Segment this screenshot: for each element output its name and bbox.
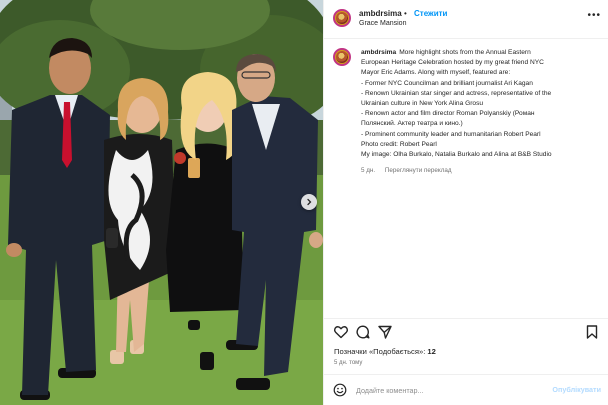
avatar[interactable] <box>333 9 351 27</box>
photo-scene <box>0 0 323 405</box>
comment-bar: Опублікувати <box>324 374 608 405</box>
likes-number: 12 <box>427 347 436 356</box>
caption-line: - Renown actor and film director Roman P… <box>361 110 535 118</box>
caption-line: Ukrainian culture in New York Alina Gros… <box>361 100 484 108</box>
chevron-right-icon <box>307 198 312 206</box>
post-header: ambdrsima • Стежити Grace Mansion ••• <box>324 0 608 39</box>
post-location[interactable]: Grace Mansion <box>359 20 406 27</box>
caption-line: Полянский. Актер театра и кино.) <box>361 120 463 128</box>
post-photo[interactable] <box>0 0 323 405</box>
likes-count[interactable]: Позначки «Подобається»: 12 <box>334 347 436 356</box>
caption-line: Photo credit: Robert Pearl <box>361 140 437 148</box>
comment-input[interactable] <box>356 381 536 399</box>
see-translation-link[interactable]: Переглянути переклад <box>385 167 452 174</box>
caption-line: - Prominent community leader and humanit… <box>361 130 541 138</box>
post-actions <box>324 318 608 344</box>
next-photo-button[interactable] <box>301 194 317 210</box>
publish-button[interactable]: Опублікувати <box>552 385 601 394</box>
comment-icon[interactable] <box>355 324 371 340</box>
caption-area: ambdrsima More highlight shots from the A… <box>324 40 608 314</box>
caption-username[interactable]: ambdrsima <box>361 49 396 56</box>
caption-line: - Former NYC Councilman and brilliant jo… <box>361 79 533 87</box>
more-horizontal-icon[interactable]: ••• <box>587 10 601 21</box>
caption-meta: 5 дн. Переглянути переклад <box>361 167 452 174</box>
share-icon[interactable] <box>377 324 393 340</box>
likes-label: Позначки «Подобається»: <box>334 347 428 356</box>
separator-dot: • <box>404 9 407 18</box>
caption-line: - Renown Ukrainian star singer and actre… <box>361 89 552 97</box>
post-side-panel: ambdrsima • Стежити Grace Mansion ••• am… <box>323 0 608 405</box>
caption-line: Mayor Eric Adams. Along with myself, fea… <box>361 69 511 77</box>
post-username[interactable]: ambdrsima <box>359 9 402 18</box>
caption-line: European Heritage Celebration hosted by … <box>361 59 544 67</box>
follow-button[interactable]: Стежити <box>414 9 447 18</box>
caption-line: My image: Olha Burkalo, Natalia Burkalo … <box>361 151 552 159</box>
caption-text: ambdrsima More highlight shots from the A… <box>361 48 601 160</box>
heart-icon[interactable] <box>333 324 349 340</box>
caption-age: 5 дн. <box>361 167 376 174</box>
emoji-icon[interactable] <box>333 383 347 397</box>
bookmark-icon[interactable] <box>584 324 600 340</box>
caption-avatar[interactable] <box>333 48 351 66</box>
caption-line: ambdrsima More highlight shots from the A… <box>361 49 531 56</box>
post-time: 5 дн. тому <box>334 360 363 366</box>
